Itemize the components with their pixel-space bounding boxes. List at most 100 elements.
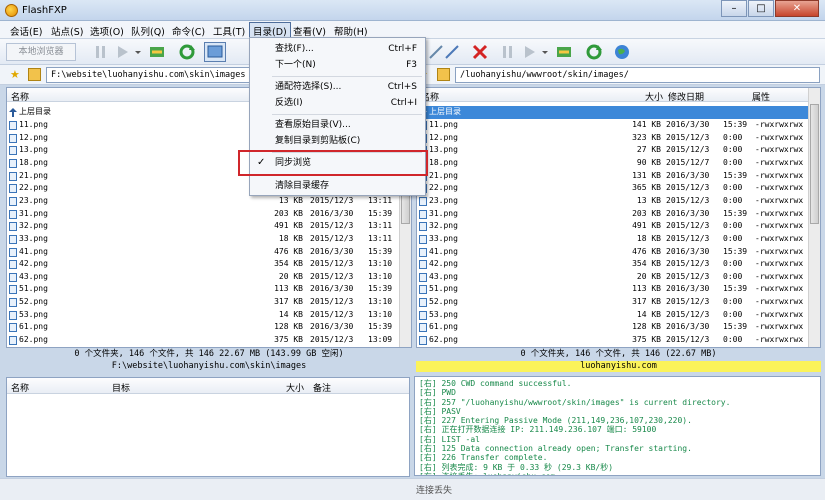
pause-icon-right[interactable] <box>499 43 517 61</box>
left-file-row[interactable]: 41.png 476 KB 2016/3/30 15:39 <box>7 246 411 259</box>
left-file-row[interactable]: 23.png 13 KB 2015/12/3 13:11 <box>7 195 411 208</box>
left-file-name: 23.png <box>19 195 48 205</box>
menu-item-find[interactable]: 查找(F)... Ctrl+F <box>250 41 425 57</box>
left-file-row[interactable]: 62.png 375 KB 2015/12/3 13:09 <box>7 334 411 347</box>
chevron-down-icon[interactable] <box>134 43 142 61</box>
file-icon <box>9 323 17 333</box>
right-file-row[interactable]: 62.png 375 KB 2015/12/3 0:00 -rwxrwxrwx <box>417 334 820 347</box>
menu-item-copy-directory[interactable]: 复制目录到剪贴板(C) <box>250 133 425 149</box>
left-file-row[interactable]: 33.png 18 KB 2015/12/3 13:11 <box>7 233 411 246</box>
left-col-name[interactable]: 名称 <box>11 90 29 103</box>
left-file-size: 203 KB <box>274 208 303 218</box>
right-col-size[interactable]: 大小 <box>645 90 663 103</box>
queue-col-note[interactable]: 备注 <box>313 381 331 394</box>
refresh-icon-right[interactable] <box>585 43 603 61</box>
right-file-row[interactable]: 18.png 90 KB 2015/12/7 0:00 -rwxrwxrwx <box>417 157 820 170</box>
menu-item-wildcard-select[interactable]: 通配符选择(S)... Ctrl+S <box>250 79 425 95</box>
refresh-icon[interactable] <box>178 43 196 61</box>
queue-col-target[interactable]: 目标 <box>112 381 130 394</box>
globe-icon[interactable] <box>613 43 631 61</box>
transfer-icon[interactable] <box>114 43 132 61</box>
menu-view[interactable]: 查看(V) <box>293 24 326 38</box>
maximize-button[interactable]: □ <box>748 0 774 17</box>
menu-help[interactable]: 帮助(H) <box>334 24 368 38</box>
right-file-attr: -rwxrwxrwx <box>755 157 804 167</box>
local-browser-button[interactable]: 本地浏览器 <box>6 43 76 61</box>
stop-icon[interactable] <box>471 43 489 61</box>
star-icon[interactable]: ★ <box>10 68 20 81</box>
queue-col-name[interactable]: 名称 <box>11 381 29 394</box>
refresh-queue-icon-right[interactable] <box>555 43 573 61</box>
right-file-row[interactable]: 43.png 20 KB 2015/12/3 0:00 -rwxrwxrwx <box>417 271 820 284</box>
right-parent-row[interactable]: 上层目录 <box>417 106 820 119</box>
queue-col-size[interactable]: 大小 <box>286 381 304 394</box>
right-file-size: 128 KB <box>632 322 661 332</box>
folder-up-icon-right[interactable] <box>437 68 450 81</box>
right-file-name: 62.png <box>429 335 458 345</box>
right-file-size: 375 KB <box>632 335 661 345</box>
left-file-row[interactable]: 52.png 317 KB 2015/12/3 13:10 <box>7 296 411 309</box>
menu-item-find-next[interactable]: 下一个(N) F3 <box>250 57 425 73</box>
transfer-icon-right[interactable] <box>521 43 539 61</box>
right-file-row[interactable]: 32.png 491 KB 2015/12/3 0:00 -rwxrwxrwx <box>417 220 820 233</box>
menu-item-clear-cache[interactable]: 清除目录缓存 <box>250 178 425 194</box>
left-file-date: 2015/12/3 <box>310 297 354 307</box>
right-file-row[interactable]: 42.png 354 KB 2015/12/3 0:00 -rwxrwxrwx <box>417 258 820 271</box>
folder-up-icon[interactable] <box>28 68 41 81</box>
menu-sites[interactable]: 站点(S) <box>51 24 83 38</box>
right-file-row[interactable]: 12.png 323 KB 2015/12/3 0:00 -rwxrwxrwx <box>417 132 820 145</box>
right-file-size: 365 KB <box>632 183 661 193</box>
left-file-row[interactable]: 51.png 113 KB 2016/3/30 15:39 <box>7 283 411 296</box>
right-file-row[interactable]: 61.png 128 KB 2016/3/30 15:39 -rwxrwxrwx <box>417 321 820 334</box>
left-file-row[interactable]: 53.png 14 KB 2015/12/3 13:10 <box>7 309 411 322</box>
right-file-list[interactable]: 名称 大小 修改日期 属性 上层目录 11.png 141 KB 2016/3/30… <box>416 87 821 348</box>
left-file-row[interactable]: 43.png 20 KB 2015/12/3 13:10 <box>7 271 411 284</box>
right-file-name: 21.png <box>429 170 458 180</box>
right-file-row[interactable]: 51.png 113 KB 2016/3/30 15:39 -rwxrwxrwx <box>417 283 820 296</box>
menu-options[interactable]: 选项(O) <box>90 24 124 38</box>
disconnect-icon[interactable] <box>443 43 461 61</box>
sync-browse-icon[interactable] <box>204 42 226 62</box>
right-file-row[interactable]: 31.png 203 KB 2016/3/30 15:39 -rwxrwxrwx <box>417 208 820 221</box>
menu-commands[interactable]: 命令(C) <box>172 24 205 38</box>
right-file-row[interactable]: 23.png 13 KB 2015/12/3 0:00 -rwxrwxrwx <box>417 195 820 208</box>
pause-icon[interactable] <box>92 43 110 61</box>
chevron-down-icon-right[interactable] <box>541 43 549 61</box>
right-file-row[interactable]: 21.png 131 KB 2016/3/30 15:39 -rwxrwxrwx <box>417 170 820 183</box>
minimize-button[interactable]: – <box>721 0 747 17</box>
file-icon <box>419 234 427 244</box>
right-col-date[interactable]: 修改日期 <box>668 90 704 103</box>
right-file-row[interactable]: 22.png 365 KB 2015/12/3 0:00 -rwxrwxrwx <box>417 182 820 195</box>
right-col-attr[interactable]: 属性 <box>752 90 770 103</box>
left-file-name: 61.png <box>19 322 48 332</box>
close-button[interactable]: ✕ <box>775 0 819 17</box>
left-file-time: 13:11 <box>368 233 393 243</box>
right-file-row[interactable]: 33.png 18 KB 2015/12/3 0:00 -rwxrwxrwx <box>417 233 820 246</box>
menu-queue[interactable]: 队列(Q) <box>131 24 165 38</box>
menu-tools[interactable]: 工具(T) <box>213 24 245 38</box>
menu-item-view-raw-directory[interactable]: 查看原始目录(V)... <box>250 117 425 133</box>
refresh-queue-icon[interactable] <box>148 43 166 61</box>
left-file-row[interactable]: 31.png 203 KB 2016/3/30 15:39 <box>7 208 411 221</box>
title-bar: FlashFXP – □ ✕ <box>0 0 825 21</box>
right-file-row[interactable]: 41.png 476 KB 2016/3/30 15:39 -rwxrwxrwx <box>417 246 820 259</box>
menu-session[interactable]: 会话(E) <box>10 24 42 38</box>
right-file-row[interactable]: 13.png 27 KB 2015/12/3 0:00 -rwxrwxrwx <box>417 144 820 157</box>
left-file-time: 15:39 <box>368 284 393 294</box>
right-file-row[interactable]: 53.png 14 KB 2015/12/3 0:00 -rwxrwxrwx <box>417 309 820 322</box>
left-file-row[interactable]: 42.png 354 KB 2015/12/3 13:10 <box>7 258 411 271</box>
right-file-date: 2016/3/30 <box>666 120 710 129</box>
queue-panel[interactable]: 名称 目标 大小 备注 <box>6 377 410 477</box>
right-file-attr: -rwxrwxrwx <box>755 246 804 256</box>
left-file-row[interactable]: 32.png 491 KB 2015/12/3 13:11 <box>7 220 411 233</box>
right-file-date: 2016/3/30 <box>666 208 710 218</box>
right-file-date: 2015/12/3 <box>666 183 710 193</box>
right-file-row[interactable]: 11.png 141 KB 2016/3/30 15:39 -rwxrwxrwx <box>417 119 820 132</box>
right-path-input[interactable]: /luohanyishu/wwwroot/skin/images/ <box>455 67 820 83</box>
right-scrollbar[interactable] <box>808 88 820 347</box>
left-file-row[interactable]: 61.png 128 KB 2016/3/30 15:39 <box>7 321 411 334</box>
right-file-size: 476 KB <box>632 246 661 256</box>
menu-item-invert-selection[interactable]: 反选(I) Ctrl+I <box>250 95 425 111</box>
right-file-date: 2015/12/3 <box>666 132 710 142</box>
right-file-row[interactable]: 52.png 317 KB 2015/12/3 0:00 -rwxrwxrwx <box>417 296 820 309</box>
